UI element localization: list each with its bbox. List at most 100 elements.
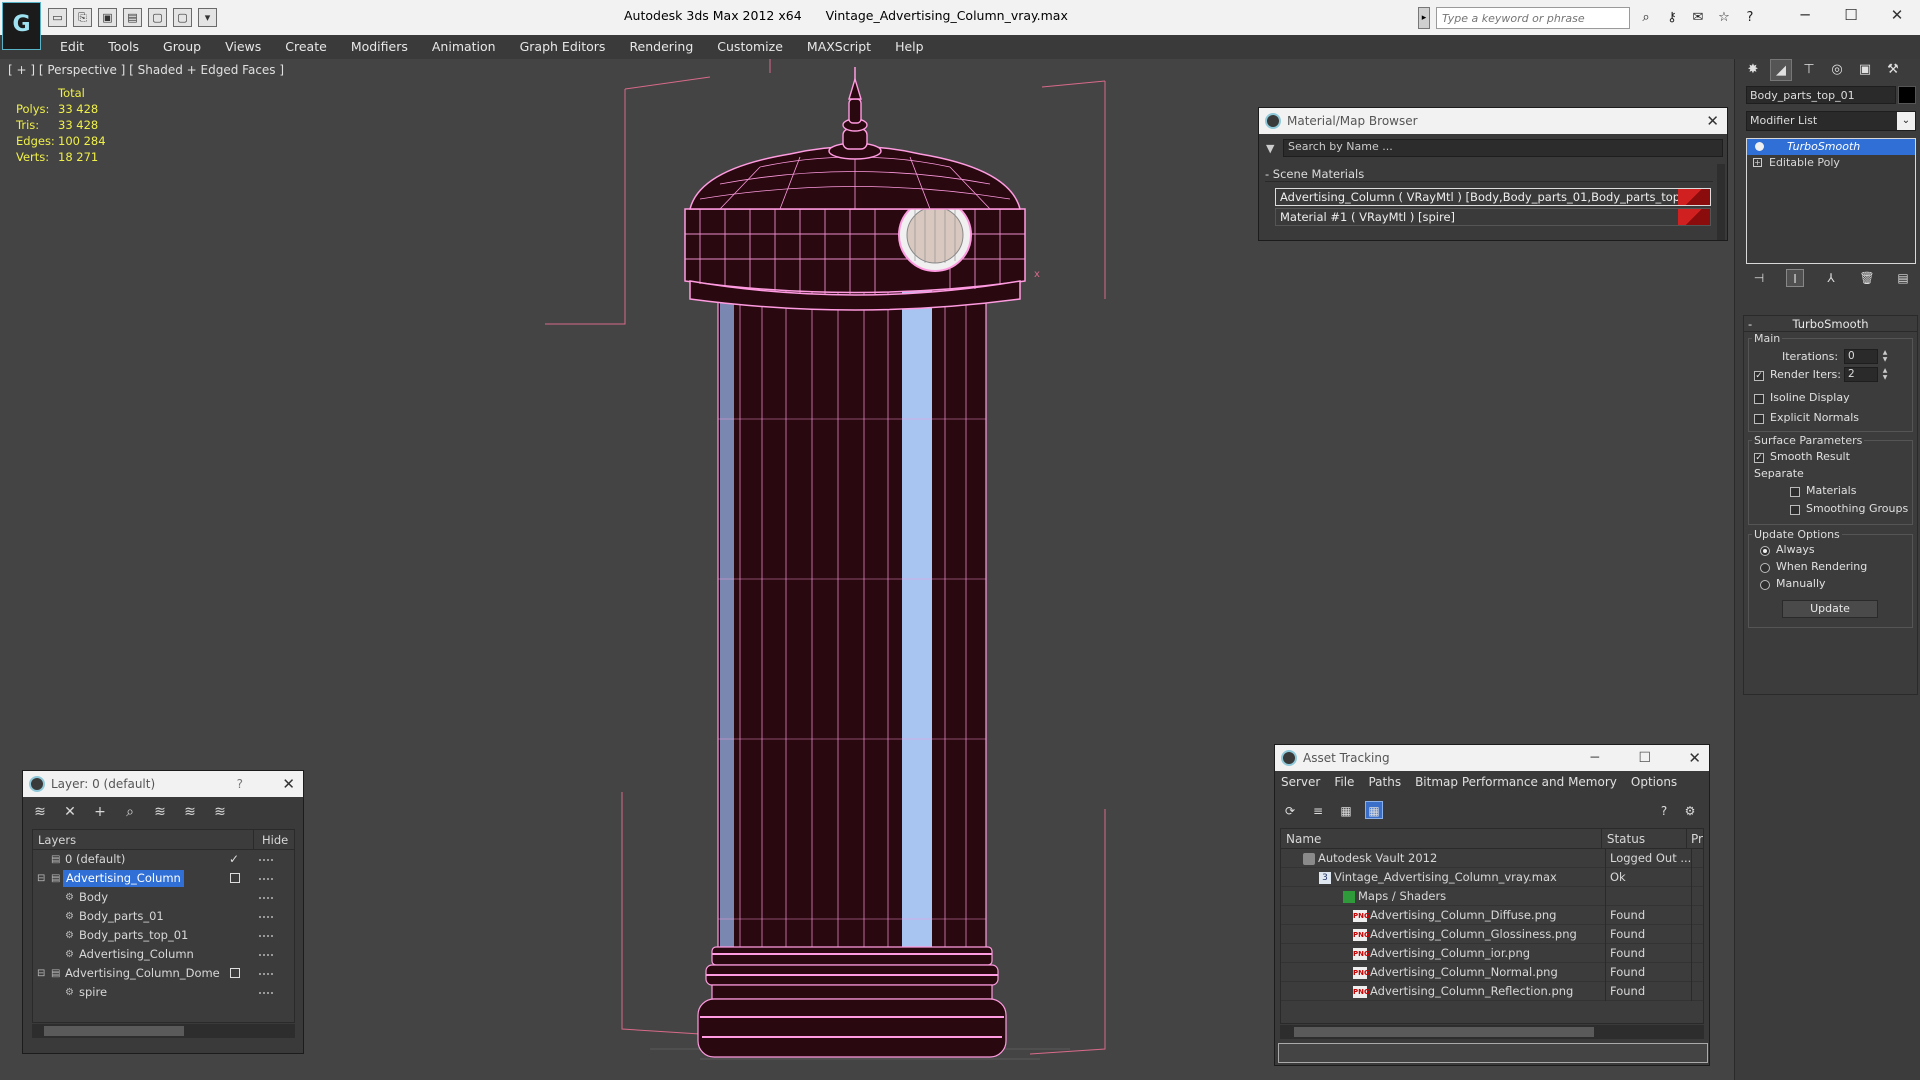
menu-bitmap-performance[interactable]: Bitmap Performance and Memory: [1415, 775, 1617, 789]
list-view-icon[interactable]: ≡: [1309, 801, 1327, 819]
help-icon[interactable]: ?: [1655, 801, 1673, 819]
freeze-all-layers-icon[interactable]: ≋: [211, 803, 229, 821]
asset-tracking-titlebar[interactable]: Asset Tracking ─ ☐ ✕: [1275, 745, 1709, 771]
menu-server[interactable]: Server: [1281, 775, 1320, 789]
remove-modifier-icon[interactable]: 🗑: [1858, 269, 1876, 287]
close-icon[interactable]: ✕: [1688, 745, 1701, 771]
material-item[interactable]: Material #1 ( VRayMtl ) [spire]: [1275, 208, 1711, 226]
add-to-layer-icon[interactable]: +: [91, 803, 109, 821]
stack-item-editable-poly[interactable]: + Editable Poly: [1747, 155, 1915, 171]
create-tab-icon[interactable]: ✸: [1742, 59, 1764, 81]
select-in-layer-icon[interactable]: ⌕: [121, 803, 139, 821]
help-icon[interactable]: ?: [1740, 8, 1760, 28]
object-name-field[interactable]: [1746, 86, 1896, 104]
render-iters-checkbox[interactable]: ✓: [1754, 371, 1764, 381]
menu-group[interactable]: Group: [151, 35, 213, 59]
display-tab-icon[interactable]: ▣: [1854, 59, 1876, 81]
menu-graph-editors[interactable]: Graph Editors: [508, 35, 618, 59]
material-item[interactable]: Advertising_Column ( VRayMtl ) [Body,Bod…: [1275, 188, 1711, 206]
asset-row[interactable]: PNGAdvertising_Column_Diffuse.png Found: [1281, 906, 1703, 925]
hide-toggle[interactable]: [259, 916, 273, 918]
keyword-search-input[interactable]: [1436, 7, 1630, 29]
table-view-icon[interactable]: ▦: [1365, 801, 1383, 819]
spinner-arrows-icon[interactable]: ▲ ▼: [1880, 349, 1890, 364]
layer-row[interactable]: ⚙ spire: [33, 983, 294, 1002]
hide-toggle[interactable]: [259, 992, 273, 994]
hide-column-header[interactable]: Hide: [254, 830, 288, 849]
maximize-button[interactable]: ☐: [1828, 0, 1874, 30]
minimize-button[interactable]: ─: [1782, 0, 1828, 30]
menu-modifiers[interactable]: Modifiers: [339, 35, 420, 59]
menu-customize[interactable]: Customize: [705, 35, 795, 59]
asset-row[interactable]: PNGAdvertising_Column_ior.png Found: [1281, 944, 1703, 963]
set-current-layer-checkbox[interactable]: [230, 873, 240, 883]
filter-dropdown-icon[interactable]: ▼: [1266, 142, 1274, 155]
hide-toggle[interactable]: [259, 859, 273, 861]
layer-titlebar[interactable]: Layer: 0 (default) ? ✕: [23, 771, 303, 797]
manually-radio[interactable]: [1760, 580, 1770, 590]
refresh-icon[interactable]: ⟳: [1281, 801, 1299, 819]
menu-file[interactable]: File: [1334, 775, 1354, 789]
pin-stack-icon[interactable]: ⊣: [1750, 269, 1768, 287]
status-column-header[interactable]: Status: [1602, 829, 1688, 848]
asset-path-field[interactable]: [1278, 1043, 1708, 1063]
update-button[interactable]: Update: [1782, 600, 1878, 618]
viewport-label[interactable]: [ + ] [ Perspective ] [ Shaded + Edged F…: [8, 63, 284, 77]
minimize-icon[interactable]: ─: [1591, 745, 1599, 771]
collapse-icon[interactable]: ⊟: [37, 869, 45, 888]
layer-row[interactable]: ⊟ ▤ Advertising_Column: [33, 869, 294, 888]
smooth-result-checkbox[interactable]: ✓: [1754, 453, 1764, 463]
asset-row[interactable]: Maps / Shaders: [1281, 887, 1703, 906]
menu-animation[interactable]: Animation: [420, 35, 508, 59]
hide-toggle[interactable]: [259, 878, 273, 880]
name-column-header[interactable]: Name: [1281, 829, 1602, 848]
close-icon[interactable]: ✕: [282, 771, 295, 797]
favorites-star-icon[interactable]: ☆: [1714, 8, 1734, 28]
path-column-header[interactable]: Pr: [1687, 829, 1703, 848]
set-current-layer-checkbox[interactable]: [230, 968, 240, 978]
menu-maxscript[interactable]: MAXScript: [795, 35, 883, 59]
asset-row[interactable]: PNGAdvertising_Column_Normal.png Found: [1281, 963, 1703, 982]
layer-row[interactable]: ⚙ Advertising_Column: [33, 945, 294, 964]
configure-sets-icon[interactable]: ▤: [1894, 269, 1912, 287]
highlight-layer-icon[interactable]: ≋: [151, 803, 169, 821]
always-radio[interactable]: [1760, 546, 1770, 556]
hide-toggle[interactable]: [259, 973, 273, 975]
modify-tab-icon[interactable]: ◢: [1770, 59, 1792, 81]
make-unique-icon[interactable]: ⅄: [1822, 269, 1840, 287]
layer-row[interactable]: ⊟ ▤ Advertising_Column_Dome: [33, 964, 294, 983]
search-expand-icon[interactable]: ▸: [1418, 7, 1430, 29]
help-button[interactable]: ?: [237, 771, 243, 797]
binoculars-icon[interactable]: ⌕: [1636, 8, 1656, 28]
smoothing-groups-checkbox[interactable]: [1790, 505, 1800, 515]
settings-icon[interactable]: ⚙: [1681, 801, 1699, 819]
spinner-arrows-icon[interactable]: ▲ ▼: [1880, 367, 1890, 382]
lightbulb-icon[interactable]: [1755, 142, 1764, 151]
iterations-spinner[interactable]: 0: [1844, 349, 1878, 364]
layer-row[interactable]: ⚙ Body_parts_01: [33, 907, 294, 926]
search-by-name-input[interactable]: Search by Name ...: [1283, 139, 1723, 157]
thumbnail-view-icon[interactable]: ▦: [1337, 801, 1355, 819]
modifier-list-dropdown[interactable]: Modifier List ⌄: [1746, 111, 1916, 131]
menu-rendering[interactable]: Rendering: [617, 35, 705, 59]
horizontal-scrollbar[interactable]: [32, 1024, 295, 1038]
menu-tools[interactable]: Tools: [96, 35, 151, 59]
menu-paths[interactable]: Paths: [1368, 775, 1401, 789]
explicit-normals-checkbox[interactable]: [1754, 414, 1764, 424]
menu-edit[interactable]: Edit: [48, 35, 96, 59]
undo-icon[interactable]: ▢: [148, 8, 167, 27]
hide-toggle[interactable]: [259, 954, 273, 956]
maximize-icon[interactable]: ☐: [1638, 745, 1651, 771]
asset-row[interactable]: PNGAdvertising_Column_Glossiness.png Fou…: [1281, 925, 1703, 944]
hide-all-layers-icon[interactable]: ≋: [181, 803, 199, 821]
close-button[interactable]: ✕: [1874, 0, 1920, 30]
create-layer-icon[interactable]: ≋: [31, 803, 49, 821]
asset-row[interactable]: Autodesk Vault 2012 Logged Out ...: [1281, 849, 1703, 868]
collapse-icon[interactable]: ⊟: [37, 964, 45, 983]
horizontal-scrollbar[interactable]: [1280, 1025, 1704, 1039]
isoline-display-checkbox[interactable]: [1754, 394, 1764, 404]
menu-views[interactable]: Views: [213, 35, 273, 59]
close-icon[interactable]: ✕: [1706, 108, 1719, 134]
hold-icon[interactable]: ▤: [123, 8, 142, 27]
active-layer-check-icon[interactable]: ✓: [229, 850, 239, 869]
